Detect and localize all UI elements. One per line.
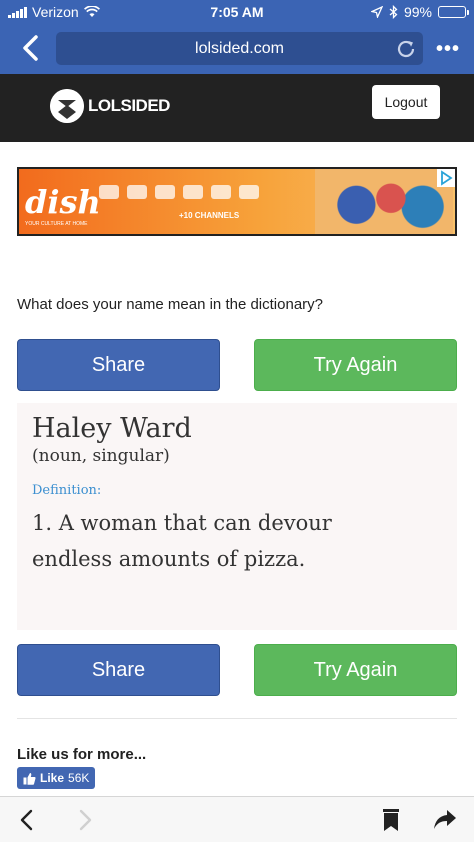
more-menu-button[interactable]: ••• — [436, 38, 460, 61]
result-card: Haley Ward (noun, singular) Definition: … — [17, 403, 457, 630]
site-logo[interactable]: LOLSIDED — [50, 89, 170, 123]
channel-logo-icon — [155, 185, 175, 199]
site-header: LOLSIDED Logout — [0, 74, 474, 142]
reload-icon[interactable] — [395, 38, 417, 60]
ad-choices-icon[interactable] — [437, 169, 455, 187]
browser-toolbar — [0, 796, 474, 842]
like-us-heading: Like us for more... — [17, 746, 147, 763]
bookmark-icon[interactable] — [378, 807, 404, 833]
like-label: Like — [40, 771, 65, 785]
status-bar: Verizon 7:05 AM 99% — [0, 0, 474, 24]
share-button-bottom[interactable]: Share — [17, 644, 220, 696]
channel-logo-icon — [127, 185, 147, 199]
ad-channels: +10 CHANNELS — [179, 211, 240, 220]
definition-text: 1. A woman that can devour endless amoun… — [32, 511, 332, 571]
url-text: lolsided.com — [195, 39, 284, 57]
channel-logo-icon — [239, 185, 259, 199]
channel-logo-icon — [211, 185, 231, 199]
ad-brand: dish — [25, 183, 101, 221]
share-button[interactable]: Share — [17, 339, 220, 391]
battery-percent: 99% — [403, 4, 432, 20]
ad-tagline: YOUR CULTURE AT HOME — [25, 221, 88, 227]
thumbs-up-icon — [23, 772, 36, 785]
logo-text: LOLSIDED — [88, 96, 170, 115]
try-again-button[interactable]: Try Again — [254, 339, 457, 391]
channel-logo-icon — [99, 185, 119, 199]
forward-icon[interactable] — [72, 807, 98, 833]
bluetooth-icon — [389, 5, 398, 19]
like-count: 56K — [68, 771, 90, 785]
ad-channel-logos — [99, 185, 259, 199]
address-bar[interactable]: lolsided.com — [56, 32, 423, 65]
definition-label: Definition: — [32, 483, 102, 498]
channel-logo-icon — [183, 185, 203, 199]
try-again-button-bottom[interactable]: Try Again — [254, 644, 457, 696]
back-icon[interactable] — [14, 807, 40, 833]
logo-mark-icon — [50, 89, 84, 123]
part-of-speech: (noun, singular) — [32, 446, 170, 466]
back-chevron-icon[interactable] — [18, 34, 42, 62]
share-arrow-icon[interactable] — [432, 807, 458, 833]
ad-banner[interactable]: dish YOUR CULTURE AT HOME +10 CHANNELS — [17, 167, 457, 236]
ad-photo — [315, 169, 453, 234]
location-arrow-icon — [370, 6, 383, 18]
battery-icon — [438, 6, 469, 18]
status-right: 99% — [370, 4, 469, 20]
result-name: Haley Ward — [32, 413, 192, 444]
divider — [17, 718, 457, 719]
browser-header: Verizon 7:05 AM 99% lolsided.com ••• — [0, 0, 474, 74]
quiz-question: What does your name mean in the dictiona… — [17, 296, 323, 313]
facebook-like-button[interactable]: Like 56K — [17, 767, 96, 789]
logout-button[interactable]: Logout — [372, 85, 440, 119]
